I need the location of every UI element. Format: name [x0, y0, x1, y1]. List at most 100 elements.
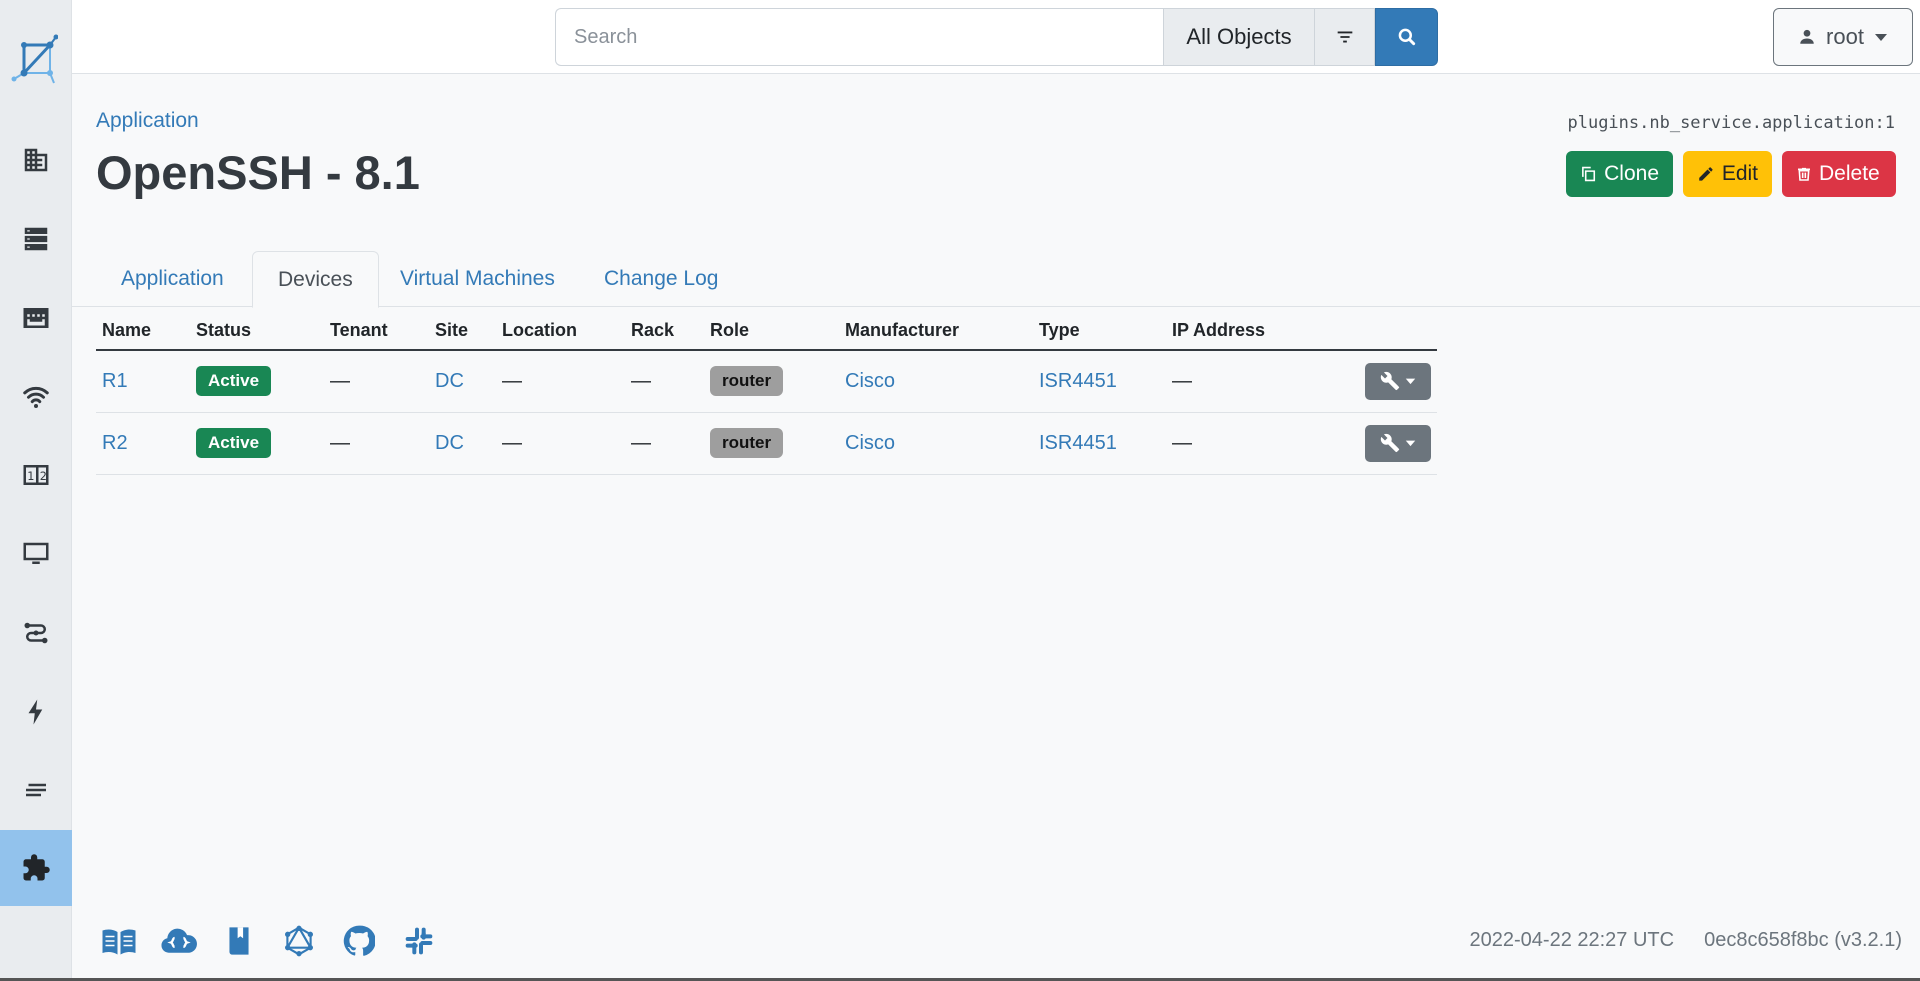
column-header-manufacturer[interactable]: Manufacturer: [839, 312, 1033, 351]
top-header: All Objects root: [72, 0, 1920, 74]
sidebar-item-virtualization[interactable]: [0, 522, 72, 586]
site-link[interactable]: DC: [435, 370, 464, 392]
footer-version: 0ec8c658f8bc (v3.2.1): [1704, 929, 1902, 951]
column-header-ip-address[interactable]: IP Address: [1166, 312, 1296, 351]
device-type-link[interactable]: ISR4451: [1039, 432, 1117, 454]
sidebar-item-devices[interactable]: [0, 207, 72, 271]
status-badge: Active: [196, 428, 272, 458]
device-name-link[interactable]: R2: [102, 432, 128, 454]
chevron-down-icon: [1874, 34, 1887, 41]
tenant-cell: —: [324, 350, 429, 413]
monitor-icon: [23, 542, 49, 564]
building-icon: [24, 148, 48, 172]
graphql-link[interactable]: [280, 924, 318, 958]
column-header-actions: [1296, 312, 1437, 351]
pencil-icon: [1699, 167, 1713, 181]
text-lines-icon: [26, 783, 46, 797]
column-header-tenant[interactable]: Tenant: [324, 312, 429, 351]
object-identifier: plugins.nb_service.application:1: [1567, 113, 1895, 133]
column-header-location[interactable]: Location: [496, 312, 625, 351]
search-scope-dropdown[interactable]: All Objects: [1163, 8, 1314, 66]
column-header-status[interactable]: Status: [190, 312, 324, 351]
filter-icon: [1337, 31, 1352, 43]
sidebar: 12: [0, 0, 72, 981]
graphql-icon: [285, 925, 313, 957]
role-badge[interactable]: router: [710, 366, 784, 397]
lightning-bolt-icon: [28, 699, 43, 725]
object-actions: Clone Edit Delete: [1566, 151, 1896, 197]
user-icon: [1800, 29, 1814, 44]
sidebar-item-plugins[interactable]: [0, 830, 72, 906]
site-link[interactable]: DC: [435, 432, 464, 454]
copy-icon: [1582, 166, 1596, 182]
transit-connection-icon: [24, 622, 48, 644]
chevron-down-icon: [1405, 440, 1416, 447]
column-header-role[interactable]: Role: [704, 312, 839, 351]
edit-label: Edit: [1721, 162, 1758, 185]
object-tabs: Application Devices Virtual Machines Cha…: [72, 251, 1920, 308]
svg-text:1: 1: [27, 470, 34, 483]
ip-address-cell: —: [1166, 350, 1296, 413]
api-link[interactable]: [160, 924, 198, 958]
bookmark-book-icon: [229, 927, 249, 955]
user-menu-label: root: [1826, 24, 1864, 49]
counter-icon: 12: [23, 465, 49, 485]
tab-application[interactable]: Application: [96, 251, 249, 307]
search-submit-button[interactable]: [1375, 8, 1438, 66]
sidebar-item-other[interactable]: [0, 758, 72, 822]
book-open-icon: [102, 929, 136, 955]
user-menu-button[interactable]: root: [1773, 8, 1913, 66]
device-type-link[interactable]: ISR4451: [1039, 370, 1117, 392]
tab-change-log[interactable]: Change Log: [579, 251, 743, 307]
table-header-row: Name Status Tenant Site Location Rack Ro…: [96, 312, 1437, 351]
row-actions-dropdown[interactable]: [1365, 424, 1431, 462]
tenant-cell: —: [324, 412, 429, 475]
rack-cell: —: [625, 350, 704, 413]
sidebar-item-organization[interactable]: [0, 128, 72, 192]
rack-cell: —: [625, 412, 704, 475]
ip-address-cell: —: [1166, 412, 1296, 475]
manufacturer-link[interactable]: Cisco: [845, 432, 895, 454]
location-cell: —: [496, 350, 625, 413]
breadcrumb-application[interactable]: Application: [96, 109, 199, 133]
source-code-link[interactable]: [220, 924, 258, 958]
tab-virtual-machines[interactable]: Virtual Machines: [375, 251, 580, 307]
wrench-icon: [1380, 433, 1400, 453]
edit-button[interactable]: Edit: [1683, 151, 1772, 197]
search-input[interactable]: [555, 8, 1163, 66]
footer-links: [100, 924, 438, 958]
table-row: R2 Active — DC — — router Cisco ISR4451 …: [96, 412, 1437, 475]
status-badge: Active: [196, 366, 272, 397]
footer-info: 2022-04-22 22:27 UTC 0ec8c658f8bc (v3.2.…: [1470, 929, 1902, 952]
wifi-icon: [23, 386, 49, 408]
page-title: OpenSSH - 8.1: [96, 146, 420, 199]
netbox-logo[interactable]: [10, 33, 58, 85]
role-badge[interactable]: router: [710, 428, 784, 458]
server-icon: [24, 227, 48, 251]
manufacturer-link[interactable]: Cisco: [845, 370, 895, 392]
github-link[interactable]: [340, 924, 378, 958]
column-header-type[interactable]: Type: [1033, 312, 1166, 351]
slack-icon: [405, 927, 433, 955]
sidebar-item-wireless[interactable]: [0, 364, 72, 428]
svg-text:2: 2: [40, 470, 47, 483]
sidebar-item-ipam[interactable]: 12: [0, 443, 72, 507]
ethernet-icon: [23, 308, 49, 328]
tab-devices[interactable]: Devices: [252, 251, 379, 308]
search-filter-button[interactable]: [1314, 8, 1375, 66]
delete-button[interactable]: Delete: [1782, 151, 1896, 197]
row-actions-dropdown[interactable]: [1365, 362, 1431, 400]
device-name-link[interactable]: R1: [102, 370, 128, 392]
sidebar-item-connections[interactable]: [0, 286, 72, 350]
puzzle-icon: [23, 854, 50, 881]
github-icon: [343, 925, 375, 956]
column-header-site[interactable]: Site: [429, 312, 496, 351]
docs-link[interactable]: [100, 924, 138, 958]
sidebar-item-power[interactable]: [0, 680, 72, 744]
column-header-rack[interactable]: Rack: [625, 312, 704, 351]
sidebar-item-circuits[interactable]: [0, 601, 72, 665]
clone-button[interactable]: Clone: [1566, 151, 1673, 197]
magnifier-icon: [1398, 28, 1415, 46]
slack-link[interactable]: [400, 924, 438, 958]
column-header-name[interactable]: Name: [96, 312, 190, 351]
